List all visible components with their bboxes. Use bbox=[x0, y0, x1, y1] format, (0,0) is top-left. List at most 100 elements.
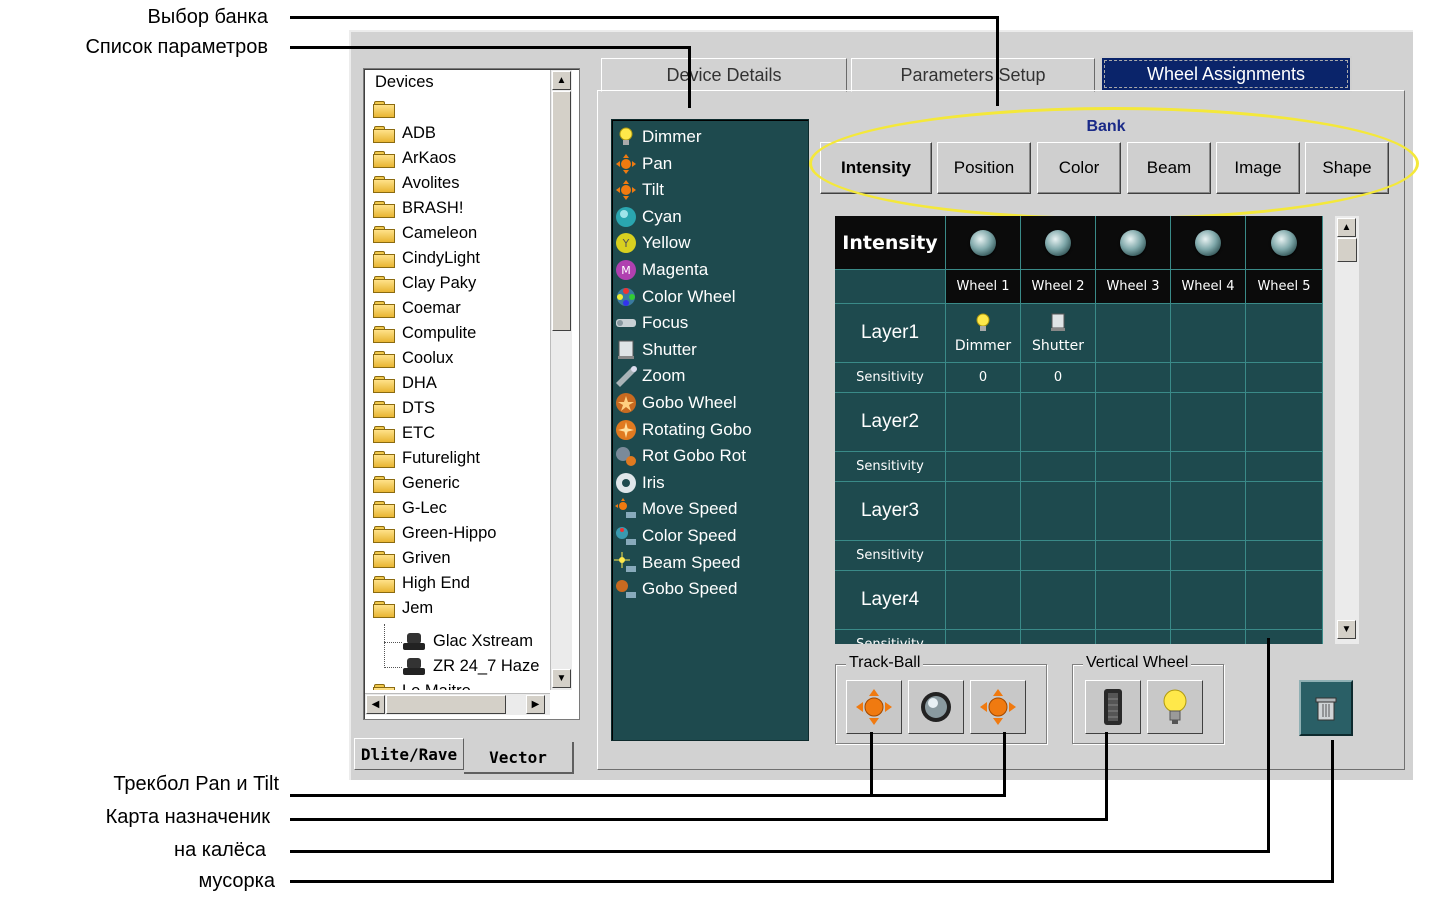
sensitivity-value[interactable] bbox=[1171, 541, 1246, 571]
sensitivity-value[interactable] bbox=[1021, 630, 1096, 644]
param-item-dimmer[interactable]: Dimmer bbox=[614, 124, 702, 150]
tree-folder[interactable]: High End bbox=[373, 571, 470, 596]
trackball-center-button[interactable] bbox=[908, 680, 964, 734]
tree-folder[interactable]: DHA bbox=[373, 371, 437, 396]
param-item-yellow[interactable]: Y Yellow bbox=[614, 230, 691, 256]
tree-folder[interactable]: CindyLight bbox=[373, 246, 480, 271]
param-item-gobo-wheel[interactable]: Gobo Wheel bbox=[614, 390, 737, 416]
layer-slot[interactable]: Dimmer bbox=[946, 304, 1021, 363]
sensitivity-value[interactable] bbox=[946, 630, 1021, 644]
tree-horizontal-scrollbar[interactable]: ◀ ▶ bbox=[365, 693, 550, 715]
tab-parameters-setup[interactable]: Parameters Setup bbox=[851, 58, 1095, 92]
scroll-thumb[interactable] bbox=[386, 695, 506, 714]
layer-slot[interactable] bbox=[1096, 304, 1171, 363]
param-item-rotating-gobo[interactable]: Rotating Gobo bbox=[614, 417, 752, 443]
tree-folder[interactable]: Jem bbox=[373, 596, 433, 621]
sensitivity-value[interactable] bbox=[1246, 452, 1323, 482]
sensitivity-value[interactable] bbox=[1096, 452, 1171, 482]
layer-slot[interactable] bbox=[1171, 571, 1246, 630]
sensitivity-value[interactable]: 0 bbox=[1021, 363, 1096, 393]
tab-wheel-assignments[interactable]: Wheel Assignments bbox=[1100, 56, 1352, 92]
param-item-iris[interactable]: Iris bbox=[614, 470, 665, 496]
tree-folder[interactable]: Green-Hippo bbox=[373, 521, 496, 546]
wheel-knob-cell[interactable] bbox=[1021, 216, 1096, 270]
layer-slot[interactable] bbox=[1096, 571, 1171, 630]
tree-item-zr-24-7-haze[interactable]: ZR 24_7 Haze bbox=[403, 654, 539, 679]
tree-folder[interactable]: DTS bbox=[373, 396, 435, 421]
tree-folder[interactable]: BRASH! bbox=[373, 196, 463, 221]
layer-slot[interactable] bbox=[1096, 393, 1171, 452]
wheel-knob-cell[interactable] bbox=[1171, 216, 1246, 270]
tree-folder[interactable]: Coemar bbox=[373, 296, 461, 321]
scroll-right-button[interactable]: ▶ bbox=[526, 695, 545, 714]
tab-dlite-rave[interactable]: Dlite/Rave bbox=[354, 738, 464, 770]
param-item-move-speed[interactable]: Move Speed bbox=[614, 496, 737, 522]
tree-folder[interactable]: Avolites bbox=[373, 171, 459, 196]
layer-slot[interactable] bbox=[1171, 304, 1246, 363]
tree-item-le-maitre[interactable]: Le Maitre bbox=[373, 679, 471, 690]
scroll-left-button[interactable]: ◀ bbox=[366, 695, 385, 714]
sensitivity-value[interactable] bbox=[1096, 541, 1171, 571]
layer-slot[interactable] bbox=[1246, 571, 1323, 630]
sensitivity-value[interactable] bbox=[1171, 363, 1246, 393]
scroll-up-button[interactable]: ▲ bbox=[552, 71, 571, 90]
param-item-gobo-speed[interactable]: Gobo Speed bbox=[614, 576, 737, 602]
layer-slot[interactable] bbox=[1021, 393, 1096, 452]
tree-folder[interactable]: G-Lec bbox=[373, 496, 447, 521]
scroll-down-button[interactable]: ▼ bbox=[1337, 620, 1356, 639]
tree-folder[interactable]: Compulite bbox=[373, 321, 476, 346]
sensitivity-value[interactable] bbox=[1096, 630, 1171, 644]
device-tree[interactable]: Devices ADB ArKaos Avolites BRASH! Cameleon C… bbox=[363, 68, 580, 720]
tree-folder[interactable]: ArKaos bbox=[373, 146, 456, 171]
layer-slot[interactable] bbox=[1171, 393, 1246, 452]
grid-vertical-scrollbar[interactable]: ▲ ▼ bbox=[1335, 216, 1359, 644]
param-item-magenta[interactable]: M Magenta bbox=[614, 257, 708, 283]
tree-folder[interactable]: ADB bbox=[373, 121, 436, 146]
layer-slot[interactable] bbox=[1246, 393, 1323, 452]
tree-folder[interactable] bbox=[373, 96, 402, 121]
layer-slot[interactable] bbox=[946, 393, 1021, 452]
param-item-shutter[interactable]: Shutter bbox=[614, 337, 697, 363]
trash-button[interactable] bbox=[1299, 680, 1353, 736]
sensitivity-value[interactable] bbox=[946, 541, 1021, 571]
param-item-tilt[interactable]: Tilt bbox=[614, 177, 664, 203]
wheel-knob-cell[interactable] bbox=[1246, 216, 1323, 270]
tree-folder[interactable]: Cameleon bbox=[373, 221, 477, 246]
sensitivity-value[interactable] bbox=[1021, 541, 1096, 571]
param-item-color-wheel[interactable]: Color Wheel bbox=[614, 284, 736, 310]
scroll-thumb[interactable] bbox=[1337, 238, 1357, 262]
layer-slot[interactable] bbox=[1246, 304, 1323, 363]
sensitivity-value[interactable] bbox=[1171, 630, 1246, 644]
tab-device-details[interactable]: Device Details bbox=[601, 58, 847, 92]
tree-folder[interactable]: Coolux bbox=[373, 346, 453, 371]
param-item-focus[interactable]: Focus bbox=[614, 310, 688, 336]
tree-vertical-scrollbar[interactable]: ▲ ▼ bbox=[550, 70, 572, 690]
layer-slot[interactable] bbox=[1096, 482, 1171, 541]
param-item-pan[interactable]: Pan bbox=[614, 151, 672, 177]
tree-folder[interactable]: Generic bbox=[373, 471, 460, 496]
sensitivity-value[interactable] bbox=[1171, 452, 1246, 482]
tree-folder[interactable]: Clay Paky bbox=[373, 271, 476, 296]
scroll-thumb[interactable] bbox=[552, 91, 571, 331]
tab-vector[interactable]: Vector bbox=[464, 742, 574, 774]
param-item-rot-gobo-rot[interactable]: Rot Gobo Rot bbox=[614, 443, 746, 469]
layer-slot[interactable] bbox=[1171, 482, 1246, 541]
trackball-pan-button[interactable] bbox=[846, 680, 902, 734]
sensitivity-value[interactable] bbox=[1021, 452, 1096, 482]
scroll-down-button[interactable]: ▼ bbox=[552, 669, 571, 688]
layer-slot[interactable] bbox=[1021, 482, 1096, 541]
layer-slot[interactable] bbox=[1021, 571, 1096, 630]
wheel-knob-cell[interactable] bbox=[946, 216, 1021, 270]
vertical-wheel-button[interactable] bbox=[1085, 680, 1141, 734]
wheel-knob-cell[interactable] bbox=[1096, 216, 1171, 270]
layer-slot[interactable]: Shutter bbox=[1021, 304, 1096, 363]
sensitivity-value[interactable] bbox=[1246, 363, 1323, 393]
parameter-list[interactable]: Dimmer Pan Tilt Cyan Y Yellow M Magenta Color Wh… bbox=[611, 119, 809, 741]
sensitivity-value[interactable] bbox=[1246, 541, 1323, 571]
param-item-zoom[interactable]: Zoom bbox=[614, 363, 685, 389]
sensitivity-value[interactable] bbox=[1096, 363, 1171, 393]
sensitivity-value[interactable] bbox=[946, 452, 1021, 482]
layer-slot[interactable] bbox=[1246, 482, 1323, 541]
layer-slot[interactable] bbox=[946, 571, 1021, 630]
tree-folder[interactable]: ETC bbox=[373, 421, 435, 446]
